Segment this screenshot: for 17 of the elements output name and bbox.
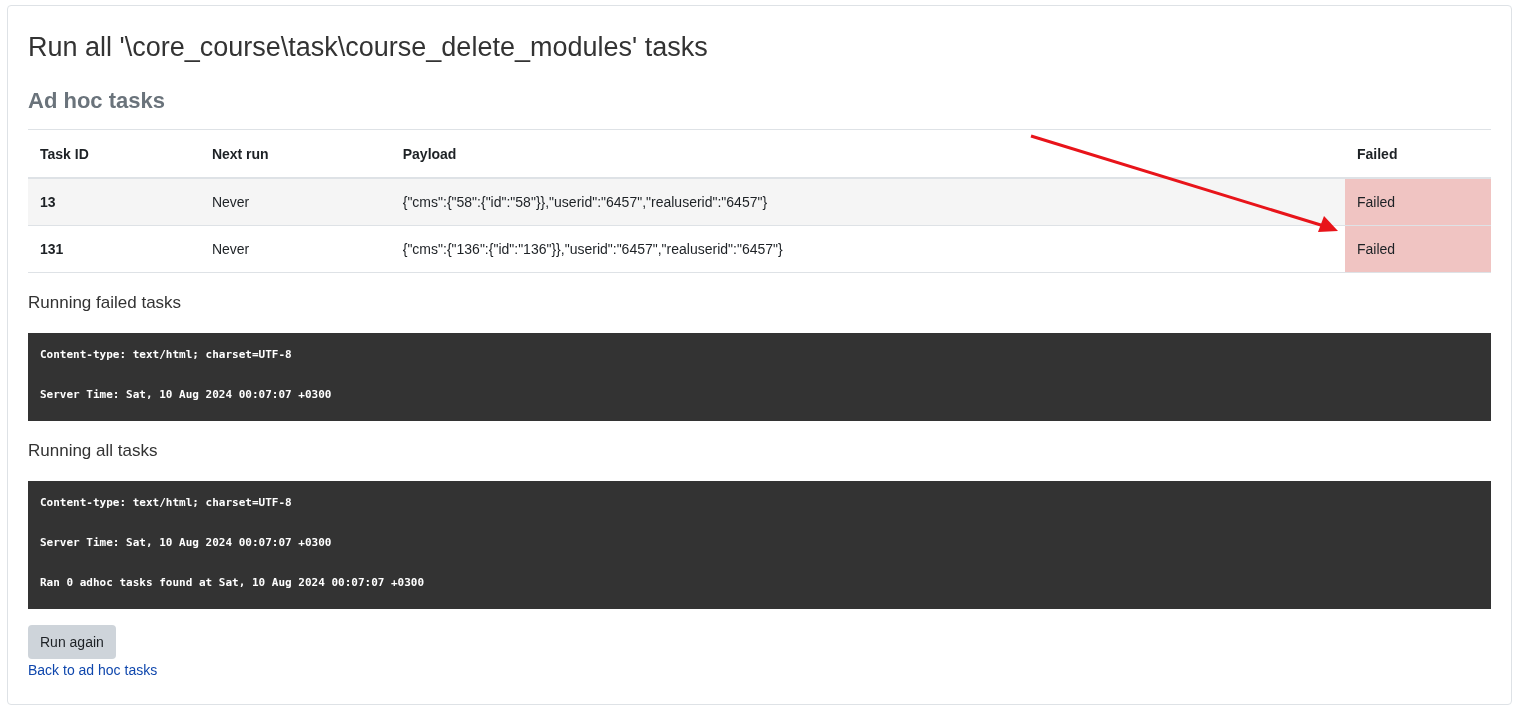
table-cell: 131 <box>28 225 200 273</box>
output-line: Ran 0 adhoc tasks found at Sat, 10 Aug 2024 00:07:07 +0300 <box>40 575 426 591</box>
output-line: Content-type: text/html; charset=UTF-8 <box>40 347 293 363</box>
table-cell: Never <box>199 178 391 226</box>
section-heading: Ad hoc tasks <box>28 88 166 114</box>
output-line: Server Time: Sat, 10 Aug 2024 00:07:07 +0300 <box>40 535 333 551</box>
back-link[interactable]: Back to ad hoc tasks <box>28 662 158 678</box>
output-line: Server Time: Sat, 10 Aug 2024 00:07:07 +0300 <box>40 387 333 403</box>
table-cell: Never <box>199 225 391 273</box>
output-heading: Running all tasks <box>28 441 159 461</box>
page-title: Run all '\core_course\task\course_delete_modules' tasks <box>28 32 709 63</box>
output-heading: Running failed tasks <box>28 293 183 313</box>
status-cell: Failed <box>1345 225 1491 273</box>
table-cell: 13 <box>28 178 200 226</box>
output-line: Content-type: text/html; charset=UTF-8 <box>40 495 293 511</box>
status-cell: Failed <box>1345 178 1491 226</box>
run-again-button[interactable]: Run again <box>28 625 116 659</box>
